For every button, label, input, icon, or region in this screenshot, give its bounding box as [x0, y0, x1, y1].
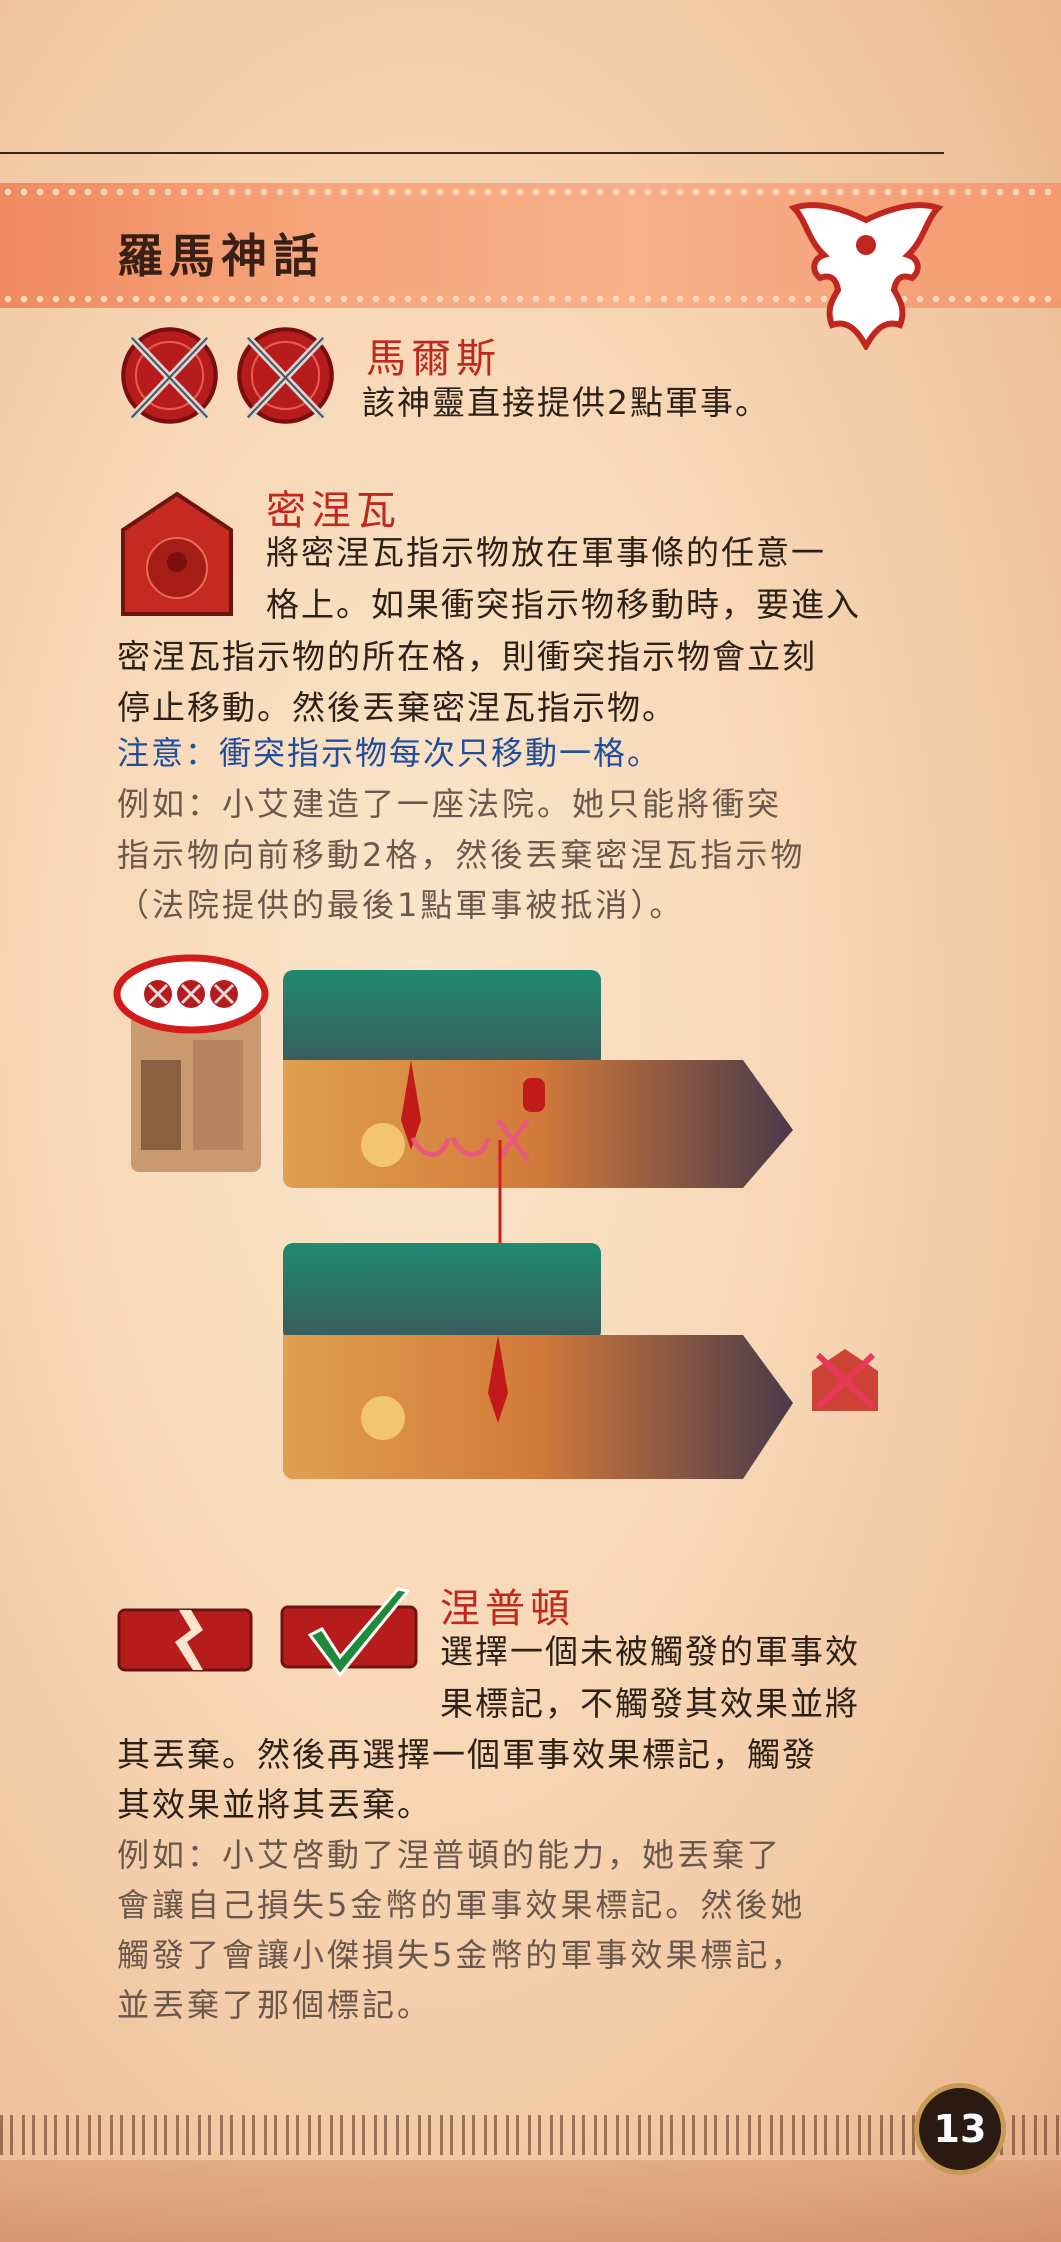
- crossed-swords-shield-icon: [237, 327, 334, 424]
- neptune-text-line2: 果標記，不觸發其效果並將: [440, 1684, 860, 1723]
- bottom-band: [0, 2160, 1061, 2242]
- courthouse-card-icon: [113, 954, 269, 1172]
- military-track-scene: [283, 970, 793, 1188]
- broken-token-icon: [117, 1608, 253, 1672]
- neptune-example-line2: 會讓自己損失5金幣的軍事效果標記。然後她: [117, 1886, 806, 1924]
- minerva-text-line1: 將密涅瓦指示物放在軍事條的任意一: [266, 533, 826, 572]
- mars-heading: 馬爾斯: [366, 336, 501, 382]
- minerva-text-line2: 格上。如果衝突指示物移動時，要進入: [266, 585, 861, 624]
- neptune-example-line4: 並丟棄了那個標記。: [117, 1986, 433, 2024]
- minerva-text-line4: 停止移動。然後丟棄密涅瓦指示物。: [117, 688, 677, 727]
- crossed-swords-shield-icon: [121, 327, 218, 424]
- checkmark-token-icon: [280, 1587, 418, 1678]
- eagle-emblem-icon: [788, 202, 944, 350]
- minerva-example-line2: 指示物向前移動2格，然後丟棄密涅瓦指示物: [117, 836, 806, 874]
- neptune-heading: 涅普頓: [440, 1586, 575, 1632]
- neptune-example-line1: 例如：小艾啓動了涅普頓的能力，她丟棄了: [117, 1836, 783, 1874]
- banner-dot-border-top: [0, 185, 1061, 199]
- minerva-token-icon: [121, 491, 233, 616]
- discarded-minerva-token-icon: [812, 1349, 878, 1411]
- minerva-example-line1: 例如：小艾建造了一座法院。她只能將衝突: [117, 785, 783, 823]
- mars-description: 該神靈直接提供2點軍事。: [362, 383, 770, 422]
- page-number: 13: [914, 2083, 1006, 2175]
- minerva-text-line3: 密涅瓦指示物的所在格，則衝突指示物會立刻: [117, 637, 817, 676]
- page-title: 羅馬神話: [117, 229, 325, 283]
- neptune-text-line3: 其丟棄。然後再選擇一個軍事效果標記，觸發: [117, 1735, 817, 1774]
- neptune-example-line3: 觸發了會讓小傑損失5金幣的軍事效果標記，: [117, 1936, 806, 1974]
- top-divider: [0, 152, 944, 154]
- military-track-scene-result: [283, 1243, 793, 1479]
- minerva-note: 注意：衝突指示物每次只移動一格。: [117, 734, 662, 772]
- minerva-example-line3: （法院提供的最後1點軍事被抵消）。: [117, 886, 685, 924]
- neptune-text-line1: 選擇一個未被觸發的軍事效: [440, 1632, 860, 1671]
- neptune-text-line4: 其效果並將其丟棄。: [117, 1785, 432, 1824]
- greek-key-border: [0, 2115, 1061, 2155]
